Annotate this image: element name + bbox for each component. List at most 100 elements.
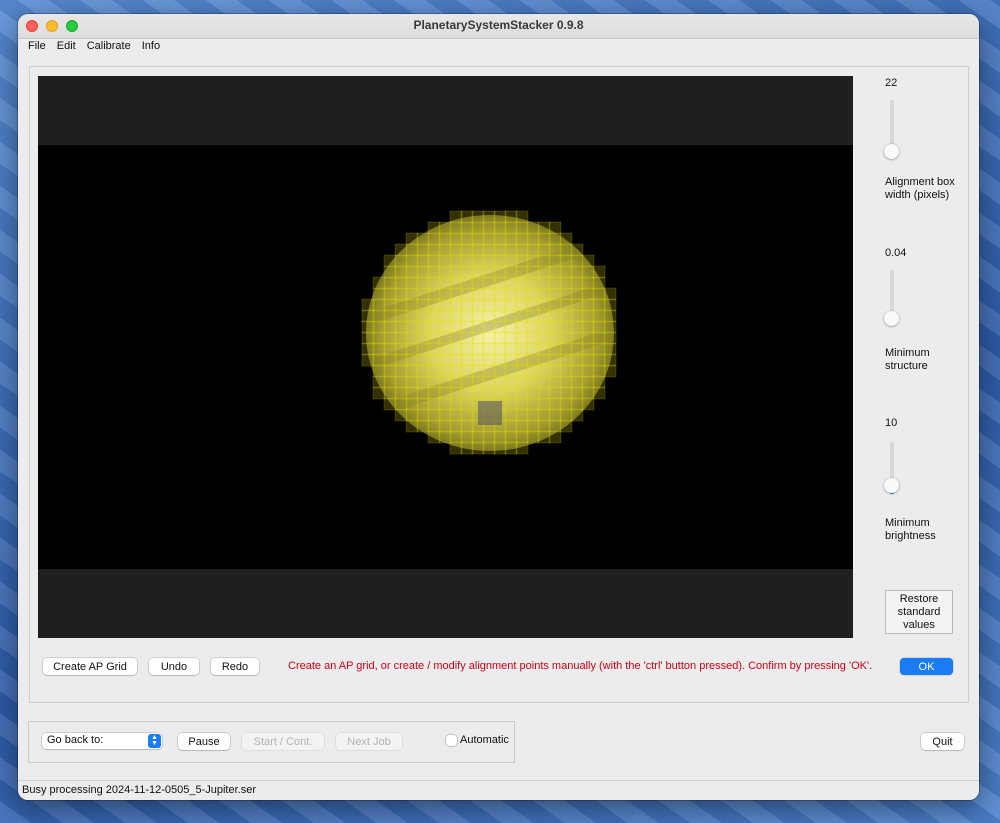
alignment-point-box[interactable] — [559, 298, 573, 312]
alignment-point-box[interactable] — [460, 397, 474, 411]
alignment-point-box[interactable] — [482, 320, 496, 334]
alignment-point-box[interactable] — [460, 375, 474, 389]
alignment-point-box[interactable] — [471, 232, 485, 246]
alignment-point-box[interactable] — [460, 320, 474, 334]
alignment-point-box[interactable] — [592, 298, 606, 312]
alignment-point-box[interactable] — [471, 210, 485, 224]
start-continue-button[interactable]: Start / Cont. — [242, 733, 324, 750]
alignment-point-box[interactable] — [416, 397, 430, 411]
alignment-point-box[interactable] — [515, 232, 529, 246]
alignment-point-box[interactable] — [482, 364, 496, 378]
alignment-point-box[interactable] — [504, 287, 518, 301]
alignment-point-box[interactable] — [526, 331, 540, 345]
alignment-point-box[interactable] — [460, 243, 474, 257]
alignment-point-box[interactable] — [570, 298, 584, 312]
alignment-point-box[interactable] — [394, 353, 408, 367]
alignment-point-box[interactable] — [537, 265, 551, 279]
quit-button[interactable]: Quit — [921, 733, 964, 750]
alignment-point-box[interactable] — [537, 298, 551, 312]
alignment-point-box[interactable] — [449, 342, 463, 356]
alignment-point-box[interactable] — [383, 364, 397, 378]
alignment-point-box[interactable] — [482, 265, 496, 279]
alignment-point-box[interactable] — [493, 309, 507, 323]
alignment-point-box[interactable] — [493, 221, 507, 235]
alignment-point-box[interactable] — [559, 342, 573, 356]
alignment-point-box[interactable] — [427, 309, 441, 323]
alignment-point-box[interactable] — [460, 419, 474, 433]
alignment-point-box[interactable] — [460, 408, 474, 422]
alignment-point-box[interactable] — [515, 243, 529, 257]
alignment-point-box[interactable] — [548, 430, 562, 444]
alignment-point-box[interactable] — [592, 265, 606, 279]
alignment-point-box[interactable] — [504, 353, 518, 367]
alignment-point-box[interactable] — [361, 320, 375, 334]
alignment-point-box[interactable] — [526, 386, 540, 400]
alignment-point-box[interactable] — [526, 408, 540, 422]
alignment-point-box[interactable] — [460, 254, 474, 268]
alignment-point-box[interactable] — [548, 254, 562, 268]
alignment-point-box[interactable] — [537, 430, 551, 444]
alignment-point-box[interactable] — [548, 265, 562, 279]
alignment-point-box[interactable] — [438, 364, 452, 378]
alignment-point-box[interactable] — [372, 309, 386, 323]
alignment-point-box[interactable] — [548, 287, 562, 301]
alignment-point-box[interactable] — [361, 331, 375, 345]
alignment-point-box[interactable] — [548, 309, 562, 323]
alignment-point-box[interactable] — [559, 419, 573, 433]
alignment-point-box[interactable] — [504, 430, 518, 444]
alignment-point-box[interactable] — [471, 243, 485, 257]
alignment-point-box[interactable] — [394, 397, 408, 411]
menu-edit[interactable]: Edit — [57, 39, 76, 57]
ok-button[interactable]: OK — [900, 658, 953, 675]
alignment-point-box[interactable] — [570, 386, 584, 400]
alignment-point-box[interactable] — [515, 265, 529, 279]
alignment-point-box[interactable] — [405, 419, 419, 433]
alignment-point-box[interactable] — [460, 342, 474, 356]
alignment-point-box[interactable] — [449, 265, 463, 279]
alignment-point-box[interactable] — [372, 276, 386, 290]
alignment-point-box[interactable] — [515, 287, 529, 301]
alignment-point-box[interactable] — [592, 353, 606, 367]
alignment-point-box[interactable] — [603, 320, 617, 334]
alignment-point-box[interactable] — [482, 375, 496, 389]
alignment-point-box[interactable] — [493, 298, 507, 312]
alignment-point-box[interactable] — [493, 320, 507, 334]
alignment-point-box[interactable] — [526, 430, 540, 444]
alignment-point-box[interactable] — [515, 254, 529, 268]
alignment-point-box[interactable] — [482, 276, 496, 290]
alignment-point-box[interactable] — [482, 386, 496, 400]
alignment-point-box[interactable] — [449, 254, 463, 268]
alignment-point-box[interactable] — [427, 221, 441, 235]
alignment-point-box[interactable] — [449, 320, 463, 334]
alignment-point-box[interactable] — [416, 375, 430, 389]
alignment-point-box[interactable] — [504, 419, 518, 433]
alignment-point-box[interactable] — [493, 276, 507, 290]
alignment-point-box[interactable] — [515, 397, 529, 411]
alignment-point-box[interactable] — [416, 232, 430, 246]
alignment-point-box[interactable] — [438, 276, 452, 290]
alignment-point-box[interactable] — [515, 342, 529, 356]
alignment-point-box[interactable] — [592, 309, 606, 323]
alignment-point-box[interactable] — [570, 397, 584, 411]
alignment-point-box[interactable] — [537, 243, 551, 257]
alignment-point-box[interactable] — [581, 364, 595, 378]
alignment-point-box[interactable] — [383, 276, 397, 290]
alignment-point-box[interactable] — [383, 386, 397, 400]
alignment-point-box[interactable] — [416, 309, 430, 323]
alignment-point-box[interactable] — [581, 298, 595, 312]
alignment-point-box[interactable] — [548, 331, 562, 345]
alignment-point-box[interactable] — [537, 287, 551, 301]
alignment-point-box[interactable] — [405, 375, 419, 389]
alignment-point-box[interactable] — [372, 375, 386, 389]
alignment-point-box[interactable] — [405, 353, 419, 367]
alignment-point-box[interactable] — [394, 386, 408, 400]
alignment-point-box[interactable] — [493, 441, 507, 455]
alignment-point-box[interactable] — [361, 309, 375, 323]
alignment-point-box[interactable] — [383, 254, 397, 268]
alignment-point-box[interactable] — [405, 397, 419, 411]
alignment-point-box[interactable] — [427, 408, 441, 422]
alignment-point-box[interactable] — [548, 298, 562, 312]
alignment-point-box[interactable] — [526, 364, 540, 378]
redo-button[interactable]: Redo — [211, 658, 259, 675]
alignment-point-box[interactable] — [416, 342, 430, 356]
